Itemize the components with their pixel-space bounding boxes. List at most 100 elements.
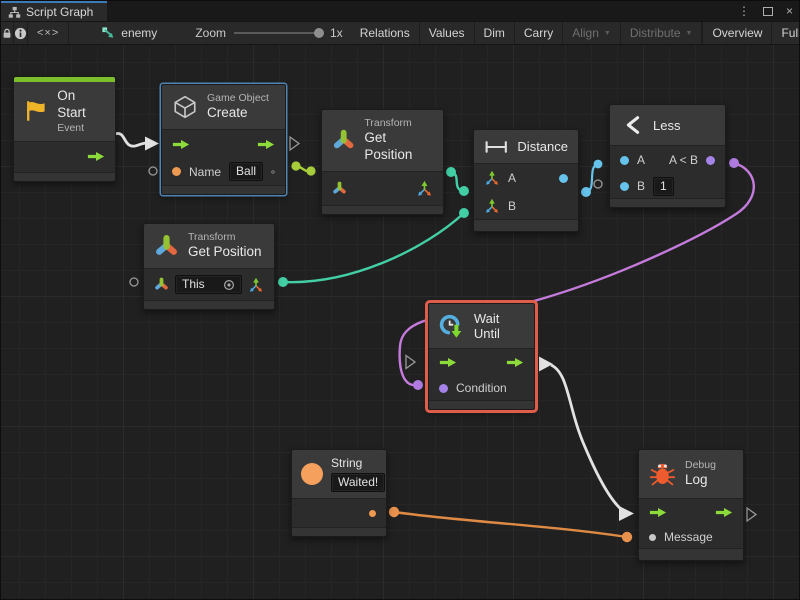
distribute-label: Distribute [630,26,681,40]
maximize-icon[interactable] [763,7,773,16]
close-icon[interactable]: × [786,5,793,17]
lock-button[interactable] [1,22,14,44]
overview-button[interactable]: Overview [702,22,772,44]
wait-clock-icon [438,312,465,341]
overview-label: Overview [712,26,762,40]
wire-distance-to-less-a [581,160,602,197]
game-object-output-port[interactable] [271,164,275,180]
node-on-start[interactable]: On Start Event [13,76,116,182]
relations-button[interactable]: Relations [351,22,420,44]
flow-output-port[interactable] [257,139,275,150]
node-footer [429,400,534,409]
name-port-label: Name [189,165,221,179]
node-category: Game Object [207,92,269,105]
fullscreen-label: Full Screen [781,26,800,40]
node-debug-log[interactable]: Debug Log Message [638,449,744,561]
node-create-game-object[interactable]: Game Object Create Name Ball [161,84,286,195]
vector3-output-port[interactable] [248,277,264,293]
comparison-label: A < B [669,153,698,167]
node-string[interactable]: String Waited! [291,449,387,537]
flow-output-port[interactable] [506,357,524,368]
node-title: Less [653,118,680,133]
fullscreen-button[interactable]: Full Screen [772,22,800,44]
condition-input-port[interactable] [439,384,448,393]
graph-reference[interactable]: enemy [91,22,167,44]
node-footer [474,219,578,231]
input-a-port[interactable] [620,156,629,165]
node-get-position-2[interactable]: Transform Get Position This [143,223,275,310]
values-button[interactable]: Values [420,22,475,44]
node-title: Get Position [364,130,433,164]
unconnected-flow-indicator [290,137,299,150]
string-value-field[interactable]: Waited! [331,473,385,492]
node-subtitle: Event [57,122,106,135]
node-category: Debug [685,459,716,472]
flow-output-port[interactable] [87,151,105,162]
node-distance[interactable]: Distance A B [473,129,579,232]
node-footer [639,548,743,560]
wire-onstart-to-create [115,133,159,150]
string-input-port[interactable] [172,167,181,176]
string-output-port[interactable] [369,510,376,517]
values-label: Values [429,26,465,40]
node-title: On Start [57,88,106,122]
condition-label: Condition [456,381,507,395]
transform-input-port[interactable] [332,181,347,196]
node-less[interactable]: Less A A < B B 1 [609,104,726,208]
node-title: Get Position [188,244,262,261]
node-footer [162,185,285,194]
flow-output-port[interactable] [715,507,733,518]
flow-input-port[interactable] [439,357,457,368]
unconnected-flow-indicator [747,508,756,521]
graph-name: enemy [121,26,157,40]
node-title: String [331,456,385,471]
node-get-position-1[interactable]: Transform Get Position [321,109,444,215]
float-output-port[interactable] [559,174,568,183]
inspect-button[interactable] [14,22,28,44]
script-graph-window: Script Graph ⋮ × <×> [0,0,800,600]
dim-label: Dim [484,26,505,40]
flow-input-port[interactable] [172,139,190,150]
cube-icon [172,94,198,120]
message-input-port[interactable] [649,534,656,541]
wire-create-to-getposition [291,161,315,175]
input-a-label: A [637,153,645,167]
string-type-icon [301,463,323,485]
input-b-port[interactable] [620,182,629,191]
menu-icon[interactable]: ⋮ [738,5,750,17]
zoom-slider[interactable] [234,32,322,34]
input-b-label: B [637,179,645,193]
graph-canvas[interactable]: On Start Event Game Object Create [1,45,800,600]
carry-label: Carry [524,26,553,40]
node-footer [292,527,386,536]
carry-button[interactable]: Carry [515,22,563,44]
target-field[interactable]: This [175,275,242,294]
node-category: Transform [364,117,433,130]
zoom-slider-handle[interactable] [314,28,324,38]
b-value-field[interactable]: 1 [653,177,674,196]
node-category: Transform [188,231,262,244]
align-dropdown[interactable]: Align▼ [563,22,621,44]
dim-button[interactable]: Dim [475,22,515,44]
node-title: Log [685,472,716,489]
distance-icon [484,140,508,154]
vector3-output-port[interactable] [416,180,433,197]
flow-input-port[interactable] [649,507,667,518]
tab-title: Script Graph [26,5,93,19]
unconnected-port-indicator [130,278,138,286]
code-view-button[interactable]: <×> [28,22,69,44]
graph-pointer-icon [101,26,116,41]
bool-output-port[interactable] [706,156,715,165]
transform-input-port[interactable] [154,277,169,292]
distribute-dropdown[interactable]: Distribute▼ [621,22,703,44]
vector3-input-port-b[interactable] [484,198,500,214]
node-wait-until[interactable]: Wait Until Condition [428,303,535,410]
less-than-icon [622,113,644,137]
node-footer [322,205,443,214]
vector3-input-port-a[interactable] [484,170,500,186]
transform-icon [154,234,179,259]
name-field[interactable]: Ball [229,162,263,181]
tab-script-graph[interactable]: Script Graph [1,1,107,21]
object-picker-icon[interactable] [223,279,235,291]
wire-getposition1-to-distance-a [446,167,469,196]
